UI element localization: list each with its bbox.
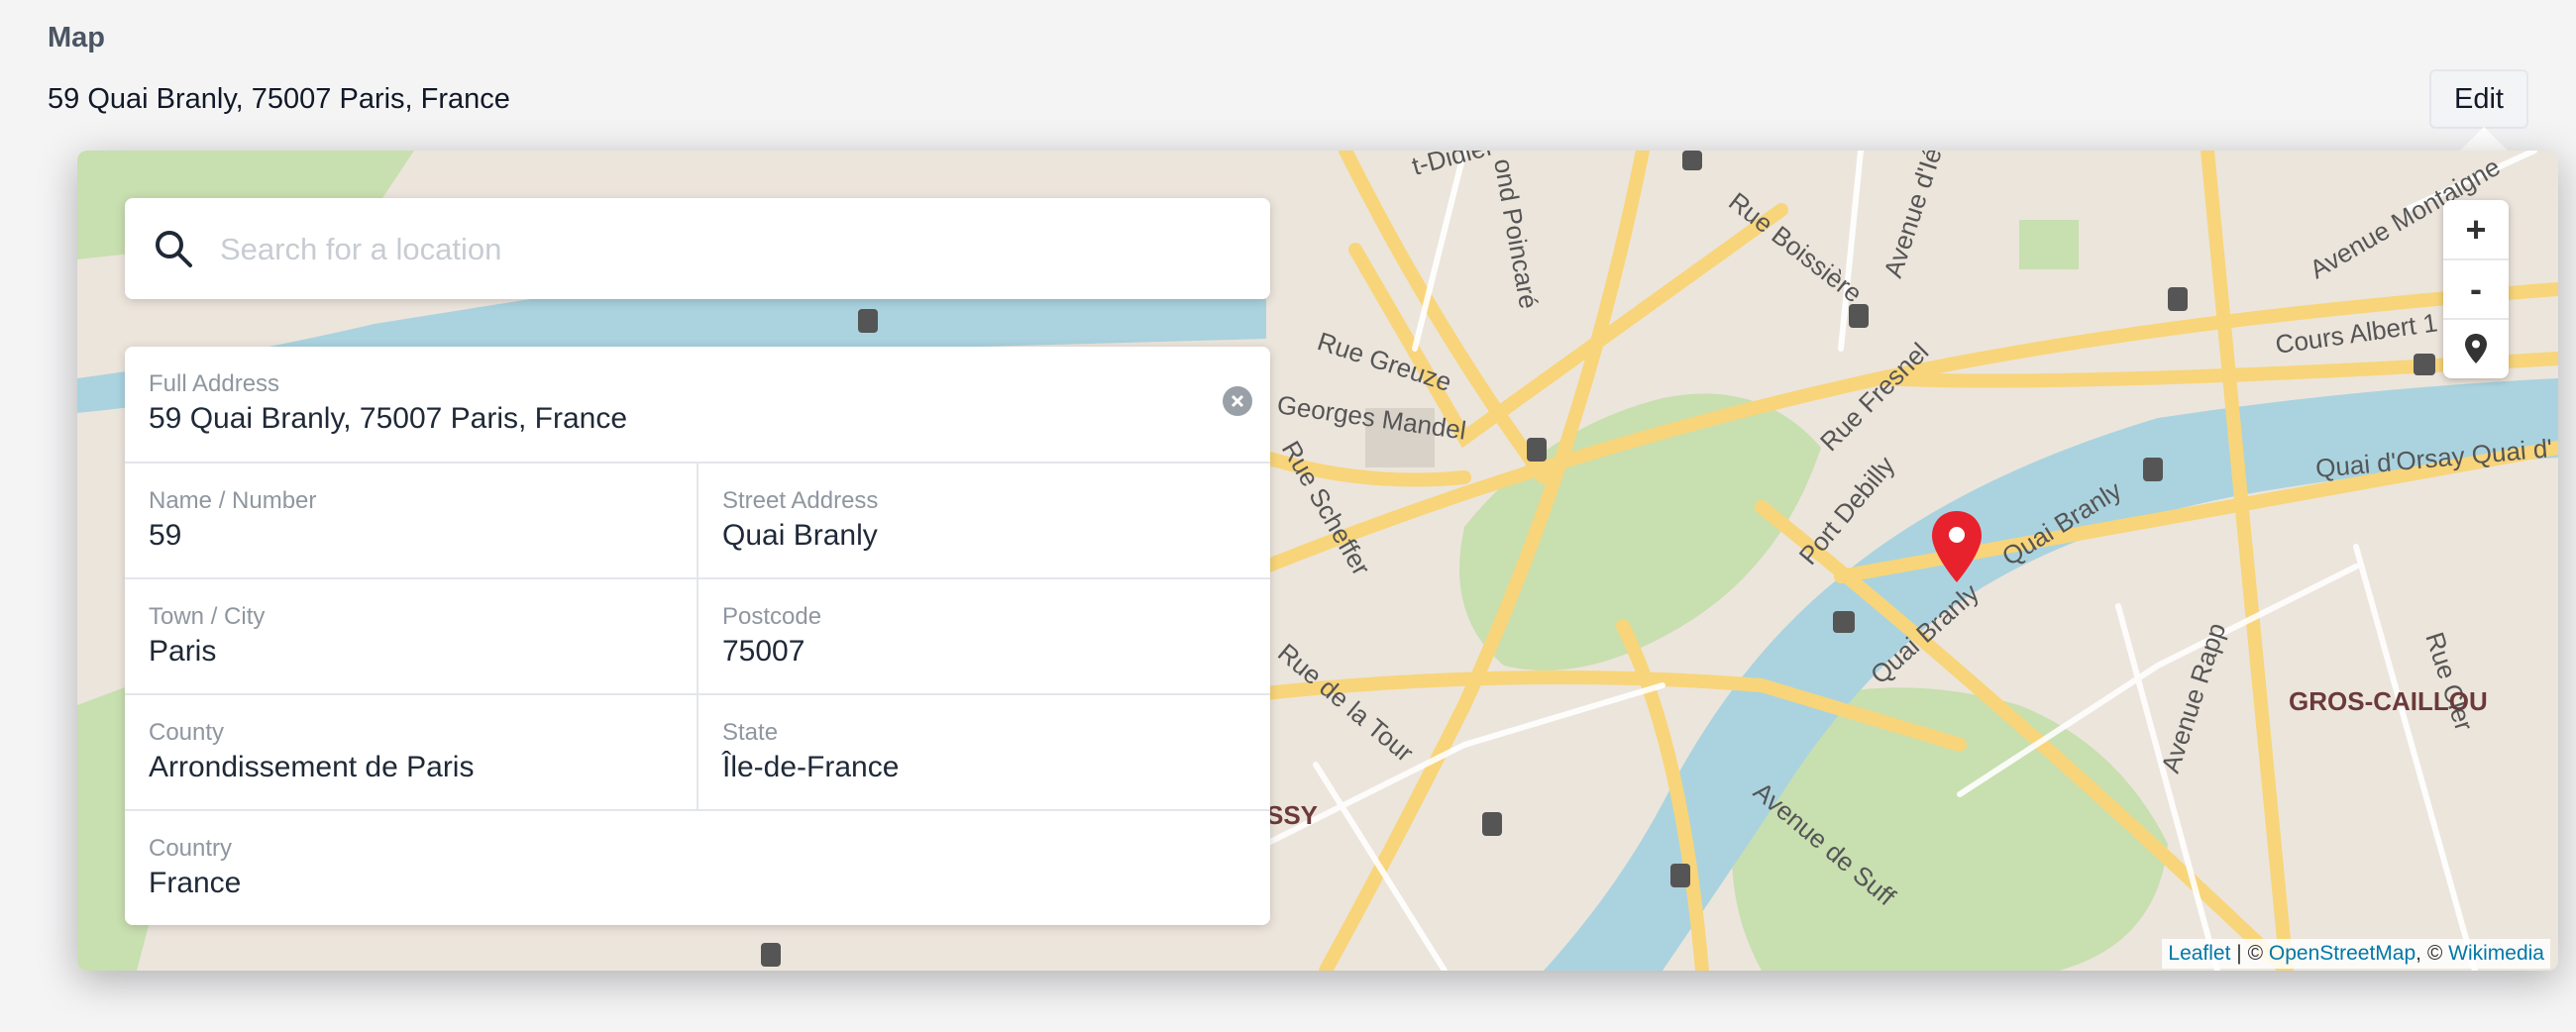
edit-popover-caret [2460,127,2508,151]
postcode-value[interactable]: 75007 [722,635,805,669]
wikimedia-link[interactable]: Wikimedia [2448,942,2544,965]
location-search-input[interactable] [218,198,1242,301]
location-marker-icon[interactable] [1930,509,1984,584]
leaflet-link[interactable]: Leaflet [2168,942,2230,965]
county-value[interactable]: Arrondissement de Paris [149,751,474,784]
county-field[interactable]: County Arrondissement de Paris [125,695,697,810]
full-address-field[interactable]: Full Address 59 Quai Branly, 75007 Paris… [125,347,1270,462]
clear-address-button[interactable] [1223,386,1252,416]
location-pin-icon [2465,334,2487,363]
edit-button[interactable]: Edit [2429,69,2528,129]
search-icon [156,231,192,267]
full-address-value[interactable]: 59 Quai Branly, 75007 Paris, France [149,402,627,436]
postcode-field[interactable]: Postcode 75007 [698,579,1270,694]
map-label-passy: SSY [1266,800,1318,830]
attribution-separator: | © [2230,942,2269,965]
country-field[interactable]: Country France [125,811,1270,925]
town-city-label: Town / City [149,603,266,630]
column-divider [697,464,698,809]
openstreetmap-link[interactable]: OpenStreetMap [2269,942,2415,965]
close-icon [1231,394,1244,408]
field-value: 59 Quai Branly, 75007 Paris, France [48,83,510,115]
street-address-value[interactable]: Quai Branly [722,519,878,553]
street-address-field[interactable]: Street Address Quai Branly [698,464,1270,578]
street-address-label: Street Address [722,487,879,514]
location-search-box[interactable] [125,198,1270,301]
map-label-gros-caillou: GROS-CAILLOU [2289,686,2488,716]
name-number-field[interactable]: Name / Number 59 [125,464,697,578]
field-label: Map [48,22,105,53]
state-field[interactable]: State Île-de-France [698,695,1270,810]
name-number-label: Name / Number [149,487,317,514]
map-attribution: Leaflet | © OpenStreetMap, © Wikimedia [2162,939,2550,969]
address-details-card: Full Address 59 Quai Branly, 75007 Paris… [125,347,1270,925]
country-value[interactable]: France [149,867,241,900]
map-zoom-controls: + - [2443,200,2509,378]
attribution-separator: , © [2415,942,2449,965]
county-label: County [149,719,225,746]
map-panel[interactable]: Rue Greuze Georges Mandel Rue Boissière … [77,151,2558,971]
town-city-value[interactable]: Paris [149,635,216,669]
town-city-field[interactable]: Town / City Paris [125,579,697,694]
country-label: Country [149,835,233,862]
name-number-value[interactable]: 59 [149,519,181,553]
zoom-out-button[interactable]: - [2443,259,2509,319]
state-value[interactable]: Île-de-France [722,751,899,784]
state-label: State [722,719,779,746]
locate-button[interactable] [2443,319,2509,378]
postcode-label: Postcode [722,603,822,630]
zoom-in-button[interactable]: + [2443,200,2509,259]
full-address-label: Full Address [149,370,280,397]
